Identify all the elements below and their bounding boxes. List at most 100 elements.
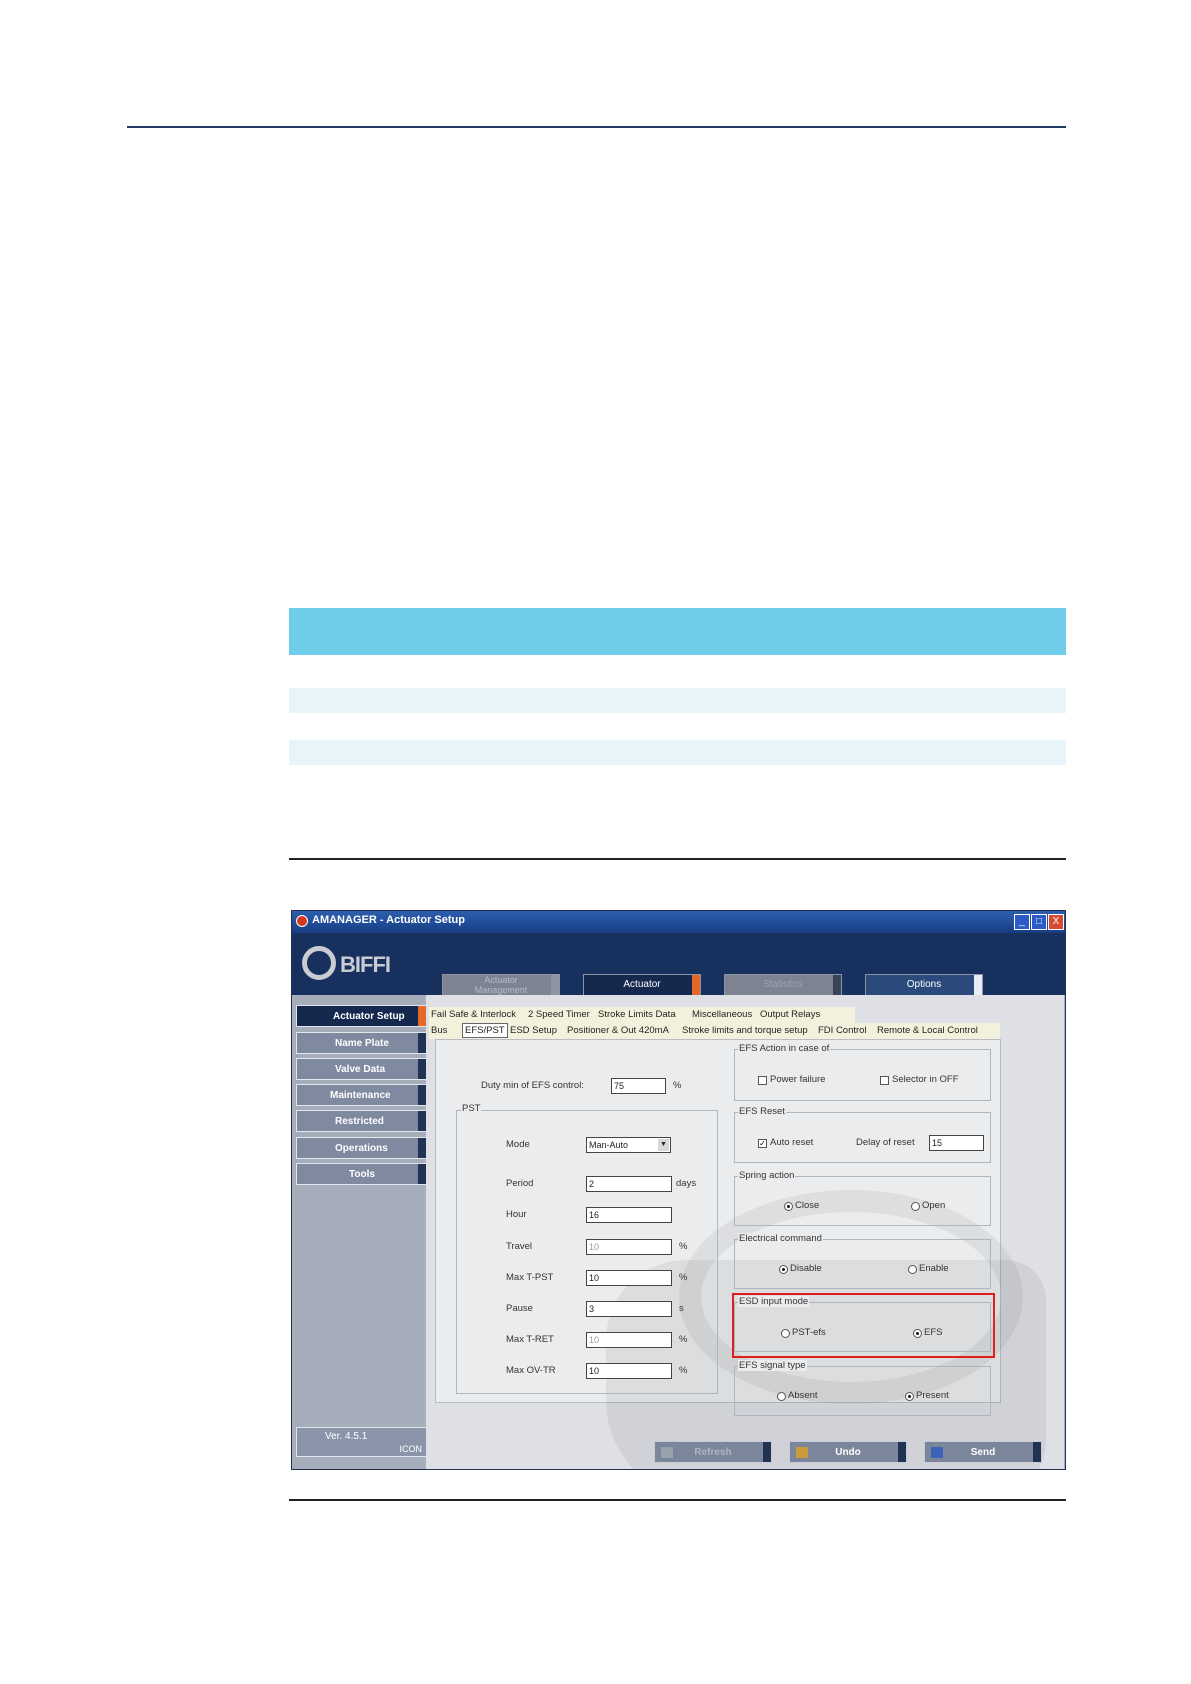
tab-2-speed-timer[interactable]: 2 Speed Timer bbox=[528, 1009, 590, 1020]
electrical-enable-radio[interactable] bbox=[908, 1265, 917, 1274]
pst-pause-unit: s bbox=[679, 1303, 684, 1314]
delay-reset-label: Delay of reset bbox=[856, 1137, 915, 1148]
pst-max-tpst-input[interactable]: 10 bbox=[586, 1270, 672, 1286]
selector-off-checkbox[interactable] bbox=[880, 1076, 889, 1085]
pst-max-ovtr-input[interactable]: 10 bbox=[586, 1363, 672, 1379]
pst-pause-label: Pause bbox=[506, 1303, 533, 1314]
tab-efs-pst[interactable]: EFS/PST bbox=[462, 1023, 508, 1038]
highlight-box bbox=[732, 1293, 995, 1358]
pst-hour-label: Hour bbox=[506, 1209, 527, 1220]
pst-period-label: Period bbox=[506, 1178, 534, 1189]
pst-max-tret-input[interactable]: 10 bbox=[586, 1332, 672, 1348]
tab-positioner[interactable]: Positioner & Out 420mA bbox=[567, 1025, 669, 1036]
version-sub: ICON bbox=[399, 1444, 423, 1454]
minimize-button[interactable]: _ bbox=[1014, 914, 1030, 930]
refresh-button[interactable]: Refresh bbox=[654, 1441, 772, 1463]
close-button[interactable]: X bbox=[1048, 914, 1064, 930]
table-row-band bbox=[289, 688, 1066, 713]
electrical-command-title: Electrical command bbox=[738, 1233, 823, 1244]
nav-actuator[interactable]: Actuator bbox=[583, 974, 701, 996]
nav-accent bbox=[692, 975, 700, 995]
app-header: BIFFI Actuator Management Actuator Stati… bbox=[292, 933, 1065, 996]
pst-period-input[interactable]: 2 bbox=[586, 1176, 672, 1192]
nav-statistics[interactable]: Statistics bbox=[724, 974, 842, 996]
version-box: Ver. 4.5.1 ICON bbox=[296, 1427, 427, 1457]
tab-stroke-limits-torque[interactable]: Stroke limits and torque setup bbox=[682, 1025, 808, 1036]
pst-max-tret-unit: % bbox=[679, 1334, 688, 1345]
pst-max-tpst-unit: % bbox=[679, 1272, 688, 1283]
tab-row-2: Bus EFS/PST ESD Setup Positioner & Out 4… bbox=[429, 1023, 1000, 1039]
nav-options[interactable]: Options bbox=[865, 974, 983, 996]
selector-off-label: Selector in OFF bbox=[892, 1074, 959, 1085]
efs-reset-title: EFS Reset bbox=[738, 1106, 786, 1117]
signal-present-label: Present bbox=[916, 1390, 949, 1401]
sidebar-item-actuator-setup[interactable]: Actuator Setup bbox=[296, 1005, 427, 1027]
pst-travel-input[interactable]: 10 bbox=[586, 1239, 672, 1255]
sidebar-item-maintenance[interactable]: Maintenance bbox=[296, 1084, 427, 1106]
version-label: Ver. 4.5.1 bbox=[325, 1431, 368, 1442]
delay-reset-input[interactable]: 15 bbox=[929, 1135, 984, 1151]
sidebar-item-valve-data[interactable]: Valve Data bbox=[296, 1058, 427, 1080]
electrical-enable-label: Enable bbox=[919, 1263, 949, 1274]
tab-bus[interactable]: Bus bbox=[431, 1025, 447, 1036]
pst-max-ovtr-label: Max OV-TR bbox=[506, 1365, 556, 1376]
undo-icon bbox=[796, 1447, 808, 1458]
tab-esd-setup[interactable]: ESD Setup bbox=[510, 1025, 557, 1036]
tab-miscellaneous[interactable]: Miscellaneous bbox=[692, 1009, 752, 1020]
nav-accent bbox=[551, 975, 559, 995]
electrical-command-group bbox=[734, 1239, 991, 1289]
tab-fail-safe[interactable]: Fail Safe & Interlock bbox=[431, 1009, 516, 1020]
sidebar-item-name-plate[interactable]: Name Plate bbox=[296, 1032, 427, 1054]
pst-mode-label: Mode bbox=[506, 1139, 530, 1150]
pst-pause-input[interactable]: 3 bbox=[586, 1301, 672, 1317]
header-rule bbox=[127, 126, 1066, 128]
table-header-band bbox=[289, 608, 1066, 655]
signal-present-radio[interactable] bbox=[905, 1392, 914, 1401]
send-icon bbox=[931, 1447, 943, 1458]
figure-bottom-rule bbox=[289, 1499, 1066, 1501]
auto-reset-checkbox[interactable]: ✓ bbox=[758, 1139, 767, 1148]
nav-actuator-management[interactable]: Actuator Management bbox=[442, 974, 560, 996]
pst-max-tpst-label: Max T-PST bbox=[506, 1272, 554, 1283]
chevron-down-icon[interactable]: ▼ bbox=[658, 1139, 669, 1151]
spring-close-radio[interactable] bbox=[784, 1202, 793, 1211]
power-failure-checkbox[interactable] bbox=[758, 1076, 767, 1085]
electrical-disable-label: Disable bbox=[790, 1263, 822, 1274]
pst-period-unit: days bbox=[676, 1178, 697, 1189]
duty-input[interactable]: 75 bbox=[611, 1078, 666, 1094]
tab-stroke-limits-data[interactable]: Stroke Limits Data bbox=[598, 1009, 676, 1020]
nav-accent bbox=[833, 975, 841, 995]
maximize-button[interactable]: □ bbox=[1031, 914, 1047, 930]
pst-mode-select[interactable]: Man-Auto ▼ bbox=[586, 1137, 671, 1153]
logo-text: BIFFI bbox=[340, 952, 391, 977]
pst-group-title: PST bbox=[461, 1103, 482, 1114]
pst-hour-input[interactable]: 16 bbox=[586, 1207, 672, 1223]
sidebar-item-restricted[interactable]: Restricted bbox=[296, 1110, 427, 1132]
pst-travel-unit: % bbox=[679, 1241, 688, 1252]
table-row-band bbox=[289, 740, 1066, 765]
power-failure-label: Power failure bbox=[770, 1074, 826, 1085]
efs-signal-group bbox=[734, 1366, 991, 1416]
biffi-logo-icon bbox=[302, 946, 336, 980]
sidebar-item-operations[interactable]: Operations bbox=[296, 1137, 427, 1159]
duty-label: Duty min of EFS control: bbox=[481, 1080, 584, 1091]
app-icon bbox=[296, 915, 308, 927]
efs-action-title: EFS Action in case of bbox=[738, 1043, 831, 1054]
duty-unit: % bbox=[673, 1080, 682, 1091]
efs-signal-title: EFS signal type bbox=[738, 1360, 807, 1371]
sidebar-item-tools[interactable]: Tools bbox=[296, 1163, 427, 1185]
pst-travel-label: Travel bbox=[506, 1241, 533, 1252]
send-button[interactable]: Send bbox=[924, 1441, 1042, 1463]
signal-absent-radio[interactable] bbox=[777, 1392, 786, 1401]
refresh-icon bbox=[661, 1447, 673, 1458]
undo-button[interactable]: Undo bbox=[789, 1441, 907, 1463]
spring-open-radio[interactable] bbox=[911, 1202, 920, 1211]
electrical-disable-radio[interactable] bbox=[779, 1265, 788, 1274]
tab-output-relays[interactable]: Output Relays bbox=[760, 1009, 820, 1020]
tab-row-1: Fail Safe & Interlock 2 Speed Timer Stro… bbox=[429, 1007, 855, 1023]
pst-max-ovtr-unit: % bbox=[679, 1365, 688, 1376]
signal-absent-label: Absent bbox=[788, 1390, 818, 1401]
tab-fdi-control[interactable]: FDI Control bbox=[818, 1025, 867, 1036]
tab-remote-local-control[interactable]: Remote & Local Control bbox=[877, 1025, 978, 1036]
nav-accent bbox=[974, 975, 982, 995]
